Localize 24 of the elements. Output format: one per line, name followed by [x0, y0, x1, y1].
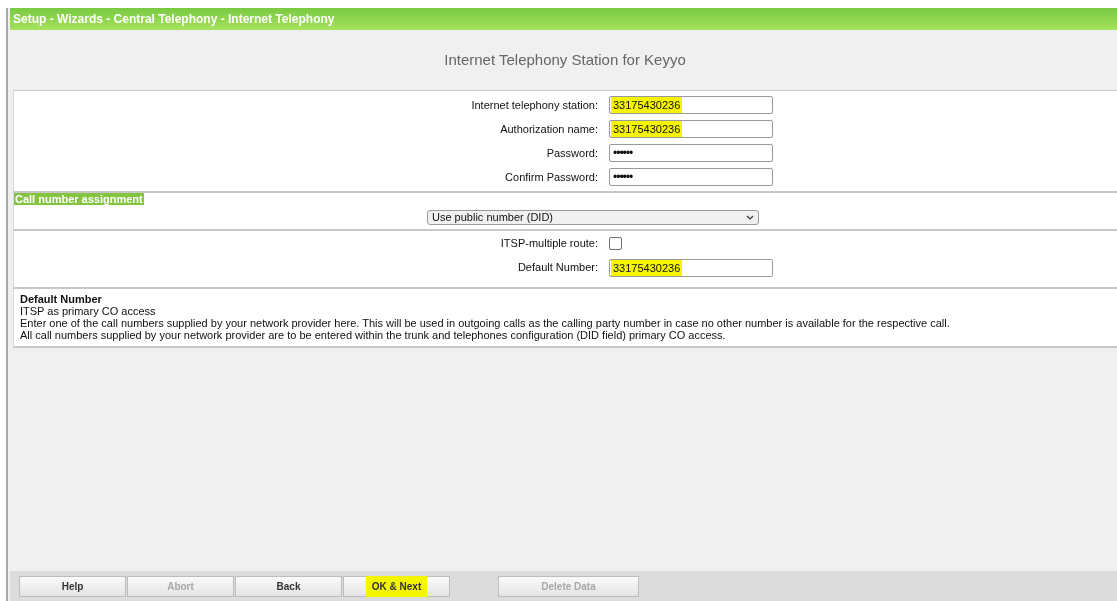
breadcrumb: Setup - Wizards - Central Telephony - Internet Telephony: [13, 11, 335, 28]
field-label: Password:: [545, 145, 599, 161]
help-text: ITSP as primary CO access: [20, 304, 157, 317]
action-button[interactable]: Help: [19, 575, 126, 597]
input-field[interactable]: ••••••: [609, 144, 773, 162]
checkbox[interactable]: [609, 236, 622, 250]
field-label: Authorization name:: [499, 121, 599, 137]
action-button[interactable]: Back: [235, 575, 342, 597]
field-label: Default Number:: [516, 260, 599, 276]
help-text: Enter one of the call numbers supplied by your network provider here. This will be used in outgoing calls as the calling party number in case no other number is available for the respective call.: [20, 316, 951, 329]
input-field[interactable]: 33175430236: [609, 258, 773, 277]
action-button[interactable]: OK & Next: [343, 575, 450, 597]
field-label: ITSP-multiple route:: [499, 236, 599, 251]
number-select[interactable]: Use public number (DID): [427, 209, 759, 225]
input-field[interactable]: ••••••: [609, 168, 773, 186]
page-title: Internet Telephony Station for Keyyo: [444, 49, 686, 70]
input-field[interactable]: 33175430236: [609, 120, 773, 138]
field-label: Internet telephony station:: [470, 97, 599, 113]
help-text: All call numbers supplied by your network provider are to be entered within the trunk and telephones configuration (DID field) primary CO access.: [20, 328, 727, 341]
section-heading: Call number assignment: [14, 193, 144, 205]
input-field[interactable]: 33175430236: [609, 96, 773, 114]
help-title: Default Number: [20, 292, 103, 305]
field-label: Confirm Password:: [504, 169, 599, 185]
chevron-down-icon: [746, 214, 754, 220]
